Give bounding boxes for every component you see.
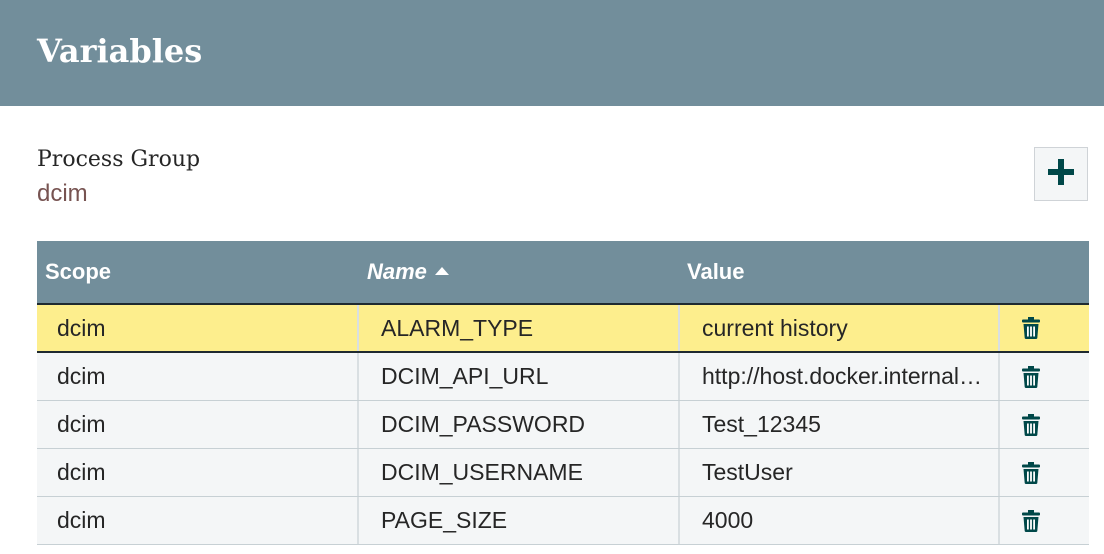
cell-scope: dcim: [37, 497, 359, 544]
trash-icon[interactable]: [1022, 509, 1040, 532]
cell-value: Test_12345: [680, 401, 1000, 448]
sort-ascending-icon: [434, 267, 449, 276]
cell-name: ALARM_TYPE: [359, 305, 680, 351]
table-row[interactable]: dcim ALARM_TYPE current history: [37, 305, 1089, 353]
table-row[interactable]: dcim PAGE_SIZE 4000: [37, 497, 1089, 545]
trash-icon[interactable]: [1022, 461, 1040, 484]
cell-actions: [1000, 401, 1089, 448]
cell-name: DCIM_API_URL: [359, 353, 680, 400]
add-variable-button[interactable]: [1034, 147, 1088, 201]
cell-value: TestUser: [680, 449, 1000, 496]
plus-icon: [1048, 158, 1074, 190]
cell-value: current history: [680, 305, 1000, 351]
cell-name: PAGE_SIZE: [359, 497, 680, 544]
cell-name: DCIM_PASSWORD: [359, 401, 680, 448]
cell-actions: [1000, 497, 1089, 544]
cell-actions: [1000, 305, 1089, 351]
cell-scope: dcim: [37, 305, 359, 351]
table-row[interactable]: dcim DCIM_API_URL http://host.docker.inter…: [37, 353, 1089, 401]
dialog-header: Variables: [0, 0, 1104, 106]
table-header: Scope Name Value: [37, 241, 1089, 305]
cell-name: DCIM_USERNAME: [359, 449, 680, 496]
column-header-value[interactable]: Value: [687, 241, 744, 303]
column-header-name[interactable]: Name: [367, 241, 449, 303]
cell-scope: dcim: [37, 449, 359, 496]
table-row[interactable]: dcim DCIM_USERNAME TestUser: [37, 449, 1089, 497]
cell-scope: dcim: [37, 353, 359, 400]
trash-icon[interactable]: [1022, 413, 1040, 436]
column-header-scope[interactable]: Scope: [45, 241, 111, 303]
cell-actions: [1000, 449, 1089, 496]
cell-scope: dcim: [37, 401, 359, 448]
trash-icon[interactable]: [1022, 365, 1040, 388]
trash-icon[interactable]: [1022, 317, 1040, 339]
cell-value: 4000: [680, 497, 1000, 544]
process-group-label: Process Group: [37, 147, 201, 172]
variables-table: Scope Name Value dcim ALARM_TYPE current h…: [37, 241, 1089, 545]
cell-actions: [1000, 353, 1089, 400]
dialog-title: Variables: [37, 32, 203, 70]
cell-value: http://host.docker.internal…: [680, 353, 1000, 400]
table-row[interactable]: dcim DCIM_PASSWORD Test_12345: [37, 401, 1089, 449]
process-group-value: dcim: [37, 180, 88, 207]
table-body: dcim ALARM_TYPE current history dcim DCIM_AP…: [37, 305, 1089, 545]
